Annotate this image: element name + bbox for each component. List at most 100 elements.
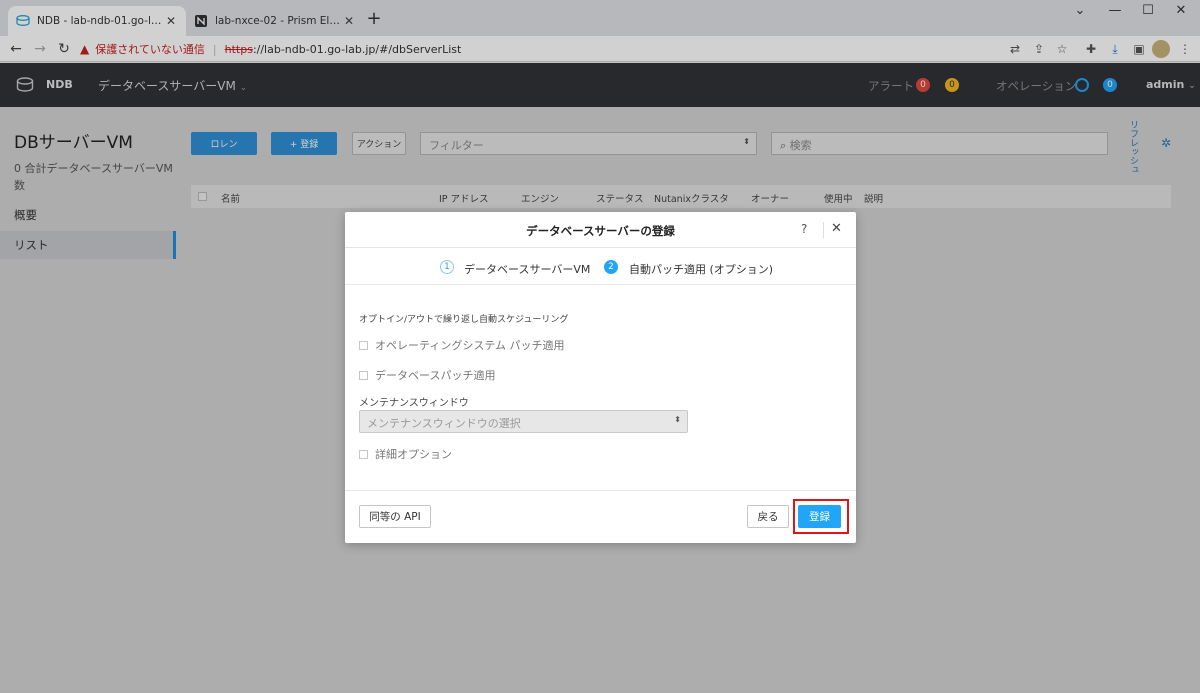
advanced-label: 詳細オプション xyxy=(375,448,452,461)
window-close-icon[interactable]: ✕ xyxy=(1166,0,1196,24)
column-header-in-use[interactable]: 使用中 xyxy=(824,191,853,205)
url-path: ://lab-ndb-01.go-lab.jp/#/dbServerList xyxy=(252,42,462,56)
refresh-link[interactable]: リフレッシュ xyxy=(1127,120,1140,174)
step-1-label[interactable]: データベースサーバーVM xyxy=(464,261,590,277)
column-header-owner[interactable]: オーナー xyxy=(751,191,789,205)
bookmark-star-icon[interactable]: ☆ xyxy=(1053,40,1071,58)
register-button-highlight xyxy=(793,499,849,534)
os-patch-checkbox[interactable] xyxy=(359,340,368,350)
column-header-ip[interactable]: IP アドレス xyxy=(439,191,489,205)
sidebar-item-list[interactable]: リスト xyxy=(0,231,176,259)
header-divider xyxy=(823,222,824,238)
sidebar-item-summary[interactable]: 概要 xyxy=(0,201,176,229)
omnibox-divider: | xyxy=(212,42,217,56)
operations-label[interactable]: オペレーション xyxy=(996,78,1076,94)
side-panel-icon[interactable]: ▣ xyxy=(1130,40,1148,58)
os-patch-label: オペレーティングシステム パッチ適用 xyxy=(375,339,565,352)
select-arrows-icon: ⬍ xyxy=(743,137,750,146)
column-header-name[interactable]: 名前 xyxy=(221,191,240,205)
step-2-label[interactable]: 自動パッチ適用 (オプション) xyxy=(629,261,773,277)
browser-tab-title: lab-nxce-02 - Prism Element xyxy=(215,15,342,27)
maintenance-window-label: メンテナンスウィンドウ xyxy=(359,398,469,409)
back-arrow-icon[interactable]: ← xyxy=(6,39,26,59)
register-db-server-dialog: データベースサーバーの登録 ? ✕ 1 データベースサーバーVM 2 自動パッチ… xyxy=(345,212,856,543)
filter-placeholder: フィルター xyxy=(429,139,484,152)
dialog-title: データベースサーバーの登録 xyxy=(526,224,675,238)
browser-tab-ndb[interactable]: NDB - lab-ndb-01.go-lab.jp - DB ✕ xyxy=(8,6,186,36)
address-bar: ← → ↻ ▲ 保護されていない通信 | https ://lab-ndb-01… xyxy=(0,36,1200,62)
column-header-description[interactable]: 説明 xyxy=(864,191,883,205)
tab-close-icon[interactable]: ✕ xyxy=(164,14,178,28)
maximize-icon[interactable]: ☐ xyxy=(1133,0,1163,24)
help-icon[interactable]: ? xyxy=(801,222,807,236)
tab-search-dropdown-icon[interactable]: ⌄ xyxy=(1065,0,1095,24)
column-header-engine[interactable]: エンジン xyxy=(521,191,559,205)
gear-icon[interactable]: ✲ xyxy=(1161,136,1171,150)
browser-tab-bar: NDB - lab-ndb-01.go-lab.jp - DB ✕ lab-nx… xyxy=(0,0,1200,36)
app-name[interactable]: NDB xyxy=(46,78,73,91)
chevron-down-icon: ⌄ xyxy=(239,83,248,93)
search-icon: ⌕ xyxy=(780,139,787,152)
app-header: NDB データベースサーバーVM ⌄ アラート 0 0 オペレーション 0 ad… xyxy=(0,63,1200,107)
alerts-warning-badge[interactable]: 0 xyxy=(945,78,959,92)
entity-nav-dropdown[interactable]: データベースサーバーVM ⌄ xyxy=(98,77,247,94)
ndb-logo-icon[interactable] xyxy=(16,77,34,93)
search-input[interactable]: ⌕ 検索 xyxy=(771,132,1108,155)
db-patch-checkbox[interactable] xyxy=(359,370,368,380)
profile-avatar[interactable] xyxy=(1152,40,1170,58)
maintenance-window-select[interactable]: メンテナンスウィンドウの選択 ⬍ xyxy=(359,410,688,433)
db-patch-label: データベースパッチ適用 xyxy=(375,369,496,382)
maintenance-window-placeholder: メンテナンスウィンドウの選択 xyxy=(367,417,521,430)
browser-tab-prism[interactable]: lab-nxce-02 - Prism Element ✕ xyxy=(186,6,364,36)
total-count-text: 0 合計データベースサーバーVM 数 xyxy=(14,162,173,192)
filter-select[interactable]: フィルター ⬍ xyxy=(420,132,757,155)
reload-icon[interactable]: ↻ xyxy=(54,39,74,59)
warning-triangle-icon: ▲ xyxy=(80,42,90,56)
user-menu[interactable]: admin ⌄ xyxy=(1146,78,1196,91)
browser-tab-title: NDB - lab-ndb-01.go-lab.jp - DB xyxy=(37,15,164,27)
minimize-icon[interactable]: — xyxy=(1100,0,1130,24)
search-placeholder: 検索 xyxy=(789,139,812,152)
share-icon[interactable]: ⇪ xyxy=(1030,40,1048,58)
url-scheme: https xyxy=(224,42,253,56)
security-warning[interactable]: 保護されていない通信 xyxy=(95,41,205,57)
advanced-checkbox[interactable] xyxy=(359,449,368,459)
download-icon[interactable]: ⤓ xyxy=(1106,40,1124,58)
forward-arrow-icon[interactable]: → xyxy=(30,39,50,59)
page-title: DBサーバーVM xyxy=(14,133,133,153)
select-arrows-icon: ⬍ xyxy=(674,415,681,424)
select-all-checkbox[interactable] xyxy=(198,192,207,201)
tab-close-icon[interactable]: ✕ xyxy=(342,14,356,28)
entity-nav-label: データベースサーバーVM xyxy=(98,79,236,93)
back-button[interactable]: 戻る xyxy=(747,505,789,528)
alerts-label[interactable]: アラート xyxy=(868,78,914,94)
column-header-cluster[interactable]: Nutanixクラスタ xyxy=(654,191,729,205)
os-patch-option[interactable]: オペレーティングシステム パッチ適用 xyxy=(359,337,565,353)
browser-menu-icon[interactable]: ⋮ xyxy=(1176,40,1194,58)
toolbar-primary-button[interactable]: ロレン xyxy=(191,132,257,155)
ndb-favicon-icon xyxy=(16,14,30,28)
auto-schedule-label: オプトイン/アウトで繰り返し自動スケジューリング xyxy=(359,315,569,325)
step-2-number[interactable]: 2 xyxy=(604,260,618,274)
db-patch-option[interactable]: データベースパッチ適用 xyxy=(359,367,495,383)
close-icon[interactable]: ✕ xyxy=(831,221,842,236)
url-field[interactable]: ▲ 保護されていない通信 | https ://lab-ndb-01.go-la… xyxy=(80,38,1080,60)
translate-icon[interactable]: ⇄ xyxy=(1006,40,1024,58)
equivalent-api-button[interactable]: 同等の API xyxy=(359,505,431,528)
extensions-puzzle-icon[interactable]: ✚ xyxy=(1082,40,1100,58)
dialog-header: データベースサーバーの登録 ? ✕ xyxy=(345,212,856,248)
register-dropdown-button[interactable]: + 登録 xyxy=(271,132,337,155)
dialog-footer: 同等の API 戻る 登録 xyxy=(345,490,856,543)
advanced-option[interactable]: 詳細オプション xyxy=(359,446,452,462)
alerts-critical-badge[interactable]: 0 xyxy=(916,78,930,92)
chevron-down-icon: ⌄ xyxy=(1188,81,1196,91)
operations-count-badge[interactable]: 0 xyxy=(1103,78,1117,92)
column-header-status[interactable]: ステータス xyxy=(596,191,644,205)
prism-favicon-icon xyxy=(194,14,208,28)
actions-dropdown[interactable]: アクション xyxy=(352,132,406,155)
user-name: admin xyxy=(1146,78,1185,91)
new-tab-button[interactable]: + xyxy=(364,8,384,29)
wizard-steps: 1 データベースサーバーVM 2 自動パッチ適用 (オプション) xyxy=(345,249,856,285)
operations-progress-icon[interactable] xyxy=(1075,78,1089,92)
step-1-number[interactable]: 1 xyxy=(440,260,454,274)
